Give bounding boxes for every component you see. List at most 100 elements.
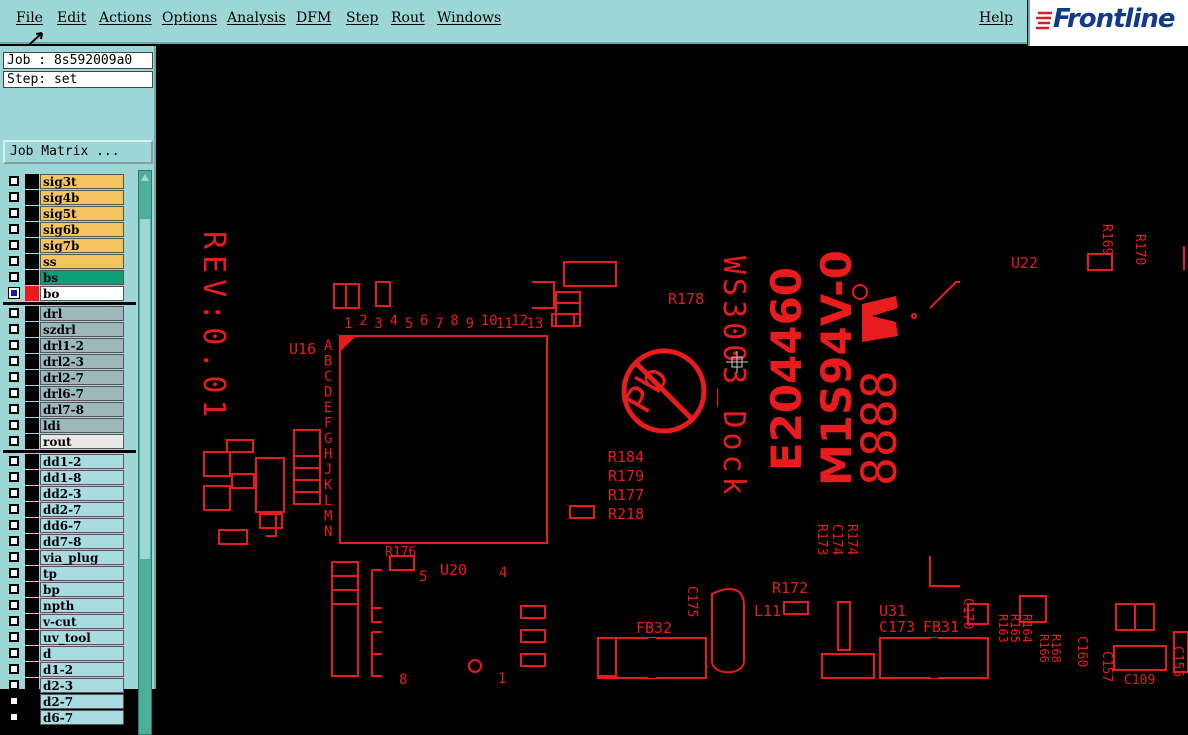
layer-row-bo[interactable]: bo — [3, 286, 136, 302]
layer-name[interactable]: dd2-3 — [40, 486, 124, 501]
layer-color-swatch[interactable] — [25, 354, 39, 369]
layer-checkbox[interactable] — [8, 287, 20, 299]
layer-checkbox[interactable] — [9, 472, 19, 482]
layer-row-d6-7[interactable]: d6-7 — [3, 710, 136, 726]
layer-name[interactable]: npth — [40, 598, 124, 613]
layer-checkbox[interactable] — [9, 340, 19, 350]
layer-color-swatch[interactable] — [25, 566, 39, 581]
menu-actions[interactable]: Actions — [99, 10, 152, 26]
layer-checkbox[interactable] — [9, 488, 19, 498]
layer-name[interactable]: drl2-7 — [40, 370, 124, 385]
layer-row-ss[interactable]: ss — [3, 254, 136, 270]
layer-name[interactable]: d2-3 — [40, 678, 124, 693]
layer-color-swatch[interactable] — [25, 222, 39, 237]
layer-color-swatch[interactable] — [25, 582, 39, 597]
layer-row-npth[interactable]: npth — [3, 598, 136, 614]
layer-row-dd2-3[interactable]: dd2-3 — [3, 486, 136, 502]
layer-name[interactable]: d — [40, 646, 124, 661]
layer-checkbox[interactable] — [9, 456, 19, 466]
menu-rout[interactable]: Rout — [391, 10, 425, 26]
menu-step[interactable]: Step — [346, 10, 378, 26]
layer-row-drl6-7[interactable]: drl6-7 — [3, 386, 136, 402]
layer-color-swatch[interactable] — [25, 662, 39, 677]
layer-color-swatch[interactable] — [25, 534, 39, 549]
layer-name[interactable]: dd2-7 — [40, 502, 124, 517]
layer-checkbox[interactable] — [9, 240, 19, 250]
layer-name[interactable]: ss — [40, 254, 124, 269]
layer-checkbox[interactable] — [9, 664, 19, 674]
layer-checkbox[interactable] — [9, 272, 19, 282]
layer-row-sig4b[interactable]: sig4b — [3, 190, 136, 206]
layer-color-swatch[interactable] — [25, 486, 39, 501]
layer-row-dd2-7[interactable]: dd2-7 — [3, 502, 136, 518]
layer-row-d2-7[interactable]: d2-7 — [3, 694, 136, 710]
layer-checkbox[interactable] — [9, 436, 19, 446]
layer-color-swatch[interactable] — [25, 598, 39, 613]
layer-row-drl2-3[interactable]: drl2-3 — [3, 354, 136, 370]
layer-row-sig5t[interactable]: sig5t — [3, 206, 136, 222]
layer-checkbox[interactable] — [9, 208, 19, 218]
layer-color-swatch[interactable] — [25, 370, 39, 385]
pcb-board-view[interactable]: REV:0.01 WS3003_Dock E204460 M1S94V-0 88… — [156, 46, 1188, 689]
layer-name[interactable]: drl — [40, 306, 124, 321]
layer-list-scrollbar[interactable] — [138, 170, 152, 735]
layer-color-swatch[interactable] — [25, 338, 39, 353]
layer-checkbox[interactable] — [9, 256, 19, 266]
layer-checkbox[interactable] — [9, 356, 19, 366]
layer-color-swatch[interactable] — [25, 434, 39, 449]
layer-name[interactable]: bo — [40, 286, 124, 301]
layer-color-swatch[interactable] — [25, 470, 39, 485]
layer-name[interactable]: bs — [40, 270, 124, 285]
layer-row-drl7-8[interactable]: drl7-8 — [3, 402, 136, 418]
layer-row-dd1-8[interactable]: dd1-8 — [3, 470, 136, 486]
layer-name[interactable]: d6-7 — [40, 710, 124, 725]
layer-checkbox[interactable] — [9, 616, 19, 626]
layer-checkbox[interactable] — [9, 504, 19, 514]
layer-name[interactable]: d1-2 — [40, 662, 124, 677]
layer-row-dd7-8[interactable]: dd7-8 — [3, 534, 136, 550]
layer-checkbox[interactable] — [9, 568, 19, 578]
layer-row-sig3t[interactable]: sig3t — [3, 174, 136, 190]
layer-checkbox[interactable] — [9, 420, 19, 430]
layer-color-swatch[interactable] — [25, 646, 39, 661]
layer-checkbox[interactable] — [9, 712, 19, 722]
layer-name[interactable]: dd1-8 — [40, 470, 124, 485]
layer-checkbox[interactable] — [9, 404, 19, 414]
layer-row-via_plug[interactable]: via_plug — [3, 550, 136, 566]
layer-name[interactable]: szdrl — [40, 322, 124, 337]
menu-analysis[interactable]: Analysis — [227, 10, 286, 26]
layer-color-swatch[interactable] — [25, 402, 39, 417]
layer-checkbox[interactable] — [9, 696, 19, 706]
layer-color-swatch[interactable] — [25, 678, 39, 693]
layer-row-drl2-7[interactable]: drl2-7 — [3, 370, 136, 386]
layer-color-swatch[interactable] — [25, 174, 39, 189]
layer-name[interactable]: drl2-3 — [40, 354, 124, 369]
layer-checkbox[interactable] — [9, 224, 19, 234]
layer-checkbox[interactable] — [9, 632, 19, 642]
layer-name[interactable]: dd7-8 — [40, 534, 124, 549]
layer-checkbox[interactable] — [9, 648, 19, 658]
layer-name[interactable]: drl6-7 — [40, 386, 124, 401]
layer-checkbox[interactable] — [9, 600, 19, 610]
layer-checkbox[interactable] — [9, 520, 19, 530]
layer-checkbox[interactable] — [9, 584, 19, 594]
scroll-thumb[interactable] — [140, 219, 150, 559]
menu-edit[interactable]: Edit — [57, 10, 86, 26]
layer-name[interactable]: sig5t — [40, 206, 124, 221]
layer-color-swatch[interactable] — [25, 286, 39, 301]
layer-name[interactable]: sig7b — [40, 238, 124, 253]
layer-name[interactable]: sig6b — [40, 222, 124, 237]
layer-name[interactable]: uv_tool — [40, 630, 124, 645]
layer-color-swatch[interactable] — [25, 694, 39, 709]
layer-color-swatch[interactable] — [25, 550, 39, 565]
layer-color-swatch[interactable] — [25, 190, 39, 205]
layer-checkbox[interactable] — [9, 536, 19, 546]
layer-row-v-cut[interactable]: v-cut — [3, 614, 136, 630]
layer-row-bs[interactable]: bs — [3, 270, 136, 286]
layer-row-ldi[interactable]: ldi — [3, 418, 136, 434]
layer-color-swatch[interactable] — [25, 270, 39, 285]
layer-row-tp[interactable]: tp — [3, 566, 136, 582]
layer-name[interactable]: v-cut — [40, 614, 124, 629]
layer-row-dd6-7[interactable]: dd6-7 — [3, 518, 136, 534]
layer-row-d1-2[interactable]: d1-2 — [3, 662, 136, 678]
